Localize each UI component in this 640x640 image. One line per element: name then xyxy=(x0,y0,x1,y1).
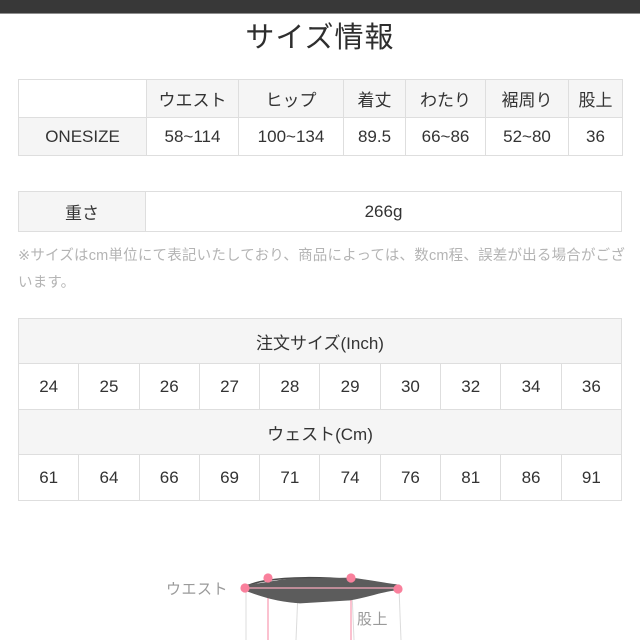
order-inch-values-row: 24 25 26 27 28 29 30 32 34 36 xyxy=(17,363,623,410)
cell-hem: 52~80 xyxy=(485,117,569,156)
table-row: 重さ 266g xyxy=(18,191,622,232)
pants-measurement-diagram xyxy=(240,573,403,640)
marker-waist-left xyxy=(240,583,250,593)
weight-label: 重さ xyxy=(18,191,146,232)
header-cell-hem: 裾周り xyxy=(485,79,569,118)
inch-cell: 25 xyxy=(78,363,140,410)
weight-table: 重さ 266g xyxy=(18,191,622,232)
table-header-row: ウエスト ヒップ 着丈 わたり 裾周り 股上 xyxy=(18,79,623,118)
inch-cell: 24 xyxy=(17,363,80,410)
size-disclaimer-note: ※サイズはcm単位にて表記いたしており、商品によっては、数cm程、誤差が出る場合… xyxy=(18,248,626,291)
row-label-onesize: ONESIZE xyxy=(18,117,147,156)
cm-cell: 61 xyxy=(17,454,80,501)
cm-cell: 69 xyxy=(198,454,261,501)
top-dark-bar xyxy=(0,0,640,14)
table-row: ONESIZE 58~114 100~134 89.5 66~86 52~80 … xyxy=(18,117,623,156)
header-cell-length: 着丈 xyxy=(343,79,406,118)
cm-cell: 71 xyxy=(259,454,321,501)
weight-value: 266g xyxy=(145,191,622,232)
cell-hip: 100~134 xyxy=(238,117,344,156)
marker-rise-top-left xyxy=(263,573,273,583)
header-cell-blank xyxy=(18,79,147,118)
cell-length: 89.5 xyxy=(343,117,406,156)
diagram-label-waist: ウエスト xyxy=(166,581,229,598)
order-inch-header-row: 注文サイズ(Inch) xyxy=(18,318,622,364)
cm-cell: 66 xyxy=(138,454,200,501)
cm-cell: 81 xyxy=(440,454,502,501)
header-cell-waist: ウエスト xyxy=(146,79,239,118)
inch-cell: 30 xyxy=(379,363,442,410)
marker-waist-right xyxy=(393,584,403,594)
size-info-page: サイズ情報 ウエスト ヒップ 着丈 わたり 裾周り 股上 ONESIZE 58~… xyxy=(0,0,640,640)
order-cm-header: ウェスト(Cm) xyxy=(18,409,622,455)
order-size-conversion-table: 注文サイズ(Inch) 24 25 26 27 28 29 30 32 34 3… xyxy=(17,318,623,501)
inch-cell: 27 xyxy=(198,363,261,410)
order-cm-values-row: 61 64 66 69 71 74 76 81 86 91 xyxy=(17,454,623,501)
guide-line-right xyxy=(398,587,402,640)
cm-cell: 91 xyxy=(560,454,623,501)
diagram-label-rise: 股上 xyxy=(357,611,389,628)
order-cm-header-row: ウェスト(Cm) xyxy=(18,409,622,455)
size-measurements-table: ウエスト ヒップ 着丈 わたり 裾周り 股上 ONESIZE 58~114 10… xyxy=(18,79,623,156)
cell-waist: 58~114 xyxy=(146,117,239,156)
page-title: サイズ情報 xyxy=(245,22,395,54)
inch-cell: 26 xyxy=(138,363,200,410)
cm-cell: 86 xyxy=(500,454,562,501)
inch-cell: 34 xyxy=(500,363,562,410)
order-inch-header: 注文サイズ(Inch) xyxy=(18,318,622,364)
header-cell-thigh: わたり xyxy=(405,79,486,118)
cm-cell: 74 xyxy=(319,454,381,501)
inch-cell: 36 xyxy=(560,363,623,410)
header-cell-rise: 股上 xyxy=(568,79,623,118)
header-cell-hip: ヒップ xyxy=(238,79,344,118)
cm-cell: 76 xyxy=(379,454,442,501)
inch-cell: 28 xyxy=(259,363,321,410)
cm-cell: 64 xyxy=(78,454,140,501)
cell-rise: 36 xyxy=(568,117,623,156)
inch-cell: 32 xyxy=(440,363,502,410)
cell-thigh: 66~86 xyxy=(405,117,486,156)
inch-cell: 29 xyxy=(319,363,381,410)
marker-rise-top-right xyxy=(346,573,356,583)
